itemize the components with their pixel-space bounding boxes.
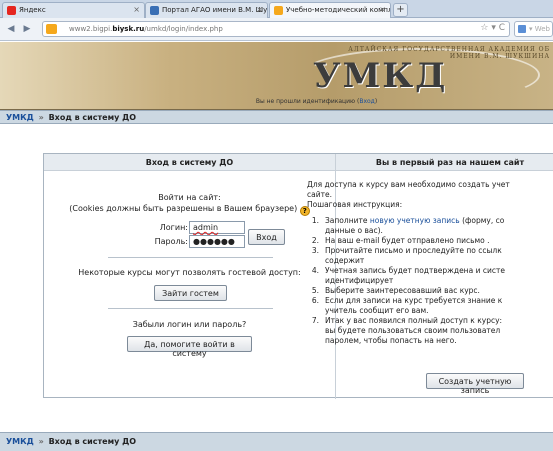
tab-yandex[interactable]: Яндекс × <box>2 2 145 18</box>
list-item: данные о вас). <box>325 226 383 235</box>
list-item: 4. Учетная запись будет подтверждена и си… <box>311 266 505 275</box>
list-item: 5. Выберите заинтересовавший вас курс. <box>311 286 480 295</box>
breadcrumb-current: Вход в систему ДО <box>48 437 137 446</box>
tab-title: Яндекс <box>19 6 46 14</box>
breadcrumb-separator: » <box>38 113 44 122</box>
new-tab-button[interactable]: + <box>393 3 408 17</box>
login-input[interactable]: admin <box>189 221 245 234</box>
list-item: содержит <box>325 256 365 265</box>
list-item: идентифицирует <box>325 276 394 285</box>
url-path: /umkd/login/index.php <box>144 25 223 33</box>
login-heading: Вход в систему ДО <box>44 154 335 171</box>
footer-breadcrumb: УМКД » Вход в систему ДО <box>0 432 553 451</box>
breadcrumb-separator: » <box>38 437 44 446</box>
tab-umk[interactable]: Учебно-методический комплекс дисци... × <box>269 2 391 18</box>
list-item: 3. Прочитайте письмо и проследуйте по ссы… <box>311 246 502 255</box>
tab-title: Учебно-методический комплекс дисци... <box>286 6 390 14</box>
tab-title: Портал АГАО имени В.М. Шукшина <box>162 6 268 14</box>
breadcrumb-current: Вход в систему ДО <box>48 113 137 122</box>
guest-button[interactable]: Зайти гостем <box>154 285 227 301</box>
search-placeholder: ▾ Web <box>529 25 550 33</box>
search-box[interactable]: ▾ Web <box>514 21 553 37</box>
browser-tab-bar: Яндекс × Портал АГАО имени В.М. Шукшина … <box>0 0 553 18</box>
list-item: 2. На ваш e-mail будет отправлено письмо … <box>311 236 490 245</box>
navigation-bar: ◀ ▶ www2.bigpi.biysk.ru/umkd/login/index… <box>0 18 553 41</box>
forgot-note: Забыли логин или пароль? <box>132 320 247 329</box>
list-item: 1. Заполните новую учетную запись (форму,… <box>311 216 505 225</box>
breadcrumb: УМКД » Вход в систему ДО <box>0 110 553 124</box>
site-identity-icon <box>46 24 57 34</box>
separator-line <box>108 308 273 309</box>
signup-heading: Вы в первый раз на нашем сайт <box>336 154 553 171</box>
cookies-note: (Cookies должны быть разрешены в Вашем б… <box>44 203 335 216</box>
separator-line <box>108 257 273 258</box>
yandex-favicon <box>7 6 16 15</box>
url-prefix: www2.bigpi. <box>69 25 113 33</box>
tab-portal[interactable]: Портал АГАО имени В.М. Шукшина × <box>145 2 268 18</box>
address-bar[interactable]: www2.bigpi.biysk.ru/umkd/login/index.php… <box>42 21 510 37</box>
list-item: 7. Итак у вас появился полный доступ к ку… <box>311 316 503 325</box>
forward-arrow-icon[interactable]: ▶ <box>20 22 34 36</box>
login-label: Логин: <box>159 223 188 232</box>
umk-favicon <box>274 6 283 15</box>
create-account-button[interactable]: Создать учетную запись <box>426 373 524 395</box>
guest-note: Некоторые курсы могут позволять гостевой… <box>78 268 301 277</box>
list-item: 6. Если для записи на курс требуется знан… <box>311 296 503 305</box>
close-tab-icon[interactable]: × <box>379 5 386 14</box>
password-label: Пароль: <box>154 237 188 246</box>
site-logo[interactable]: УМКД <box>313 56 447 96</box>
portal-favicon <box>150 6 159 15</box>
new-account-link[interactable]: новую учетную запись <box>370 216 460 225</box>
login-status: Вы не прошли идентификацию (Вход) <box>255 98 378 105</box>
signup-steps: 1. Заполните новую учетную запись (форму,… <box>307 216 553 346</box>
search-engine-icon <box>518 25 526 33</box>
list-item: паролем, чтобы попасть на него. <box>325 336 457 345</box>
password-input[interactable]: ●●●●●● <box>189 235 245 248</box>
site-banner: АЛТАЙСКАЯ ГОСУДАРСТВЕННАЯ АКАДЕМИЯ ОБ ИМ… <box>0 42 553 110</box>
enter-site-label: Войти на сайт: <box>158 193 221 202</box>
url-controls[interactable]: ☆ ▾ C <box>480 23 505 33</box>
close-tab-icon[interactable]: × <box>256 5 263 14</box>
list-item: вы будете пользоваться своим пользовател <box>325 326 501 335</box>
forgot-password-button[interactable]: Да, помогите войти в систему <box>127 336 252 358</box>
login-button[interactable]: Вход <box>248 229 285 245</box>
url-host: biysk.ru <box>112 25 145 33</box>
signup-intro: Для доступа к курсу вам необходимо созда… <box>307 180 510 209</box>
breadcrumb-home[interactable]: УМКД <box>6 437 34 446</box>
login-link[interactable]: Вход <box>359 98 375 105</box>
breadcrumb-home[interactable]: УМКД <box>6 113 34 122</box>
list-item: учитель сообщит его вам. <box>325 306 429 315</box>
close-tab-icon[interactable]: × <box>133 5 140 14</box>
back-arrow-icon[interactable]: ◀ <box>4 22 18 36</box>
